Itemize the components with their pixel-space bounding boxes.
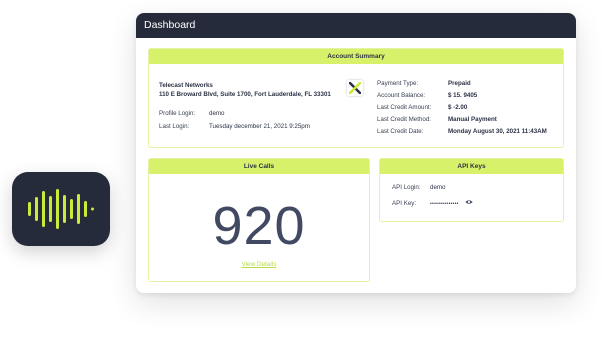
view-details-link[interactable]: View Details (149, 261, 369, 268)
profile-login-row: Profile Login: demo (159, 110, 224, 117)
account-balance-label: Account Balance: (377, 92, 426, 99)
last-credit-method-value: Manual Payment (448, 116, 497, 123)
eye-icon[interactable] (465, 199, 474, 207)
account-balance-row: Account Balance: $ 15. 9405 (377, 92, 477, 99)
account-summary-title: Account Summary (149, 49, 563, 64)
last-credit-method-row: Last Credit Method: Manual Payment (377, 116, 497, 123)
live-calls-card: Live Calls 920 View Details (148, 158, 370, 282)
api-login-value: demo (430, 184, 446, 191)
api-key-value: •••••••••••••• (430, 200, 459, 207)
live-calls-title: Live Calls (149, 159, 369, 174)
payment-type-value: Prepaid (448, 80, 471, 87)
company-name: Telecast Networks (159, 82, 213, 89)
last-login-label: Last Login: (159, 123, 190, 130)
account-balance-value: $ 15. 9405 (448, 92, 478, 99)
last-credit-amount-value: $ -2.00 (448, 104, 468, 111)
profile-login-label: Profile Login: (159, 110, 196, 117)
account-summary-card: Account Summary Telecast Networks 110 E … (148, 48, 564, 148)
api-keys-title: API Keys (380, 159, 563, 174)
dashboard-window: Dashboard Account Summary Telecast Netwo… (136, 13, 576, 293)
api-login-label: API Login: (392, 184, 421, 191)
last-credit-method-label: Last Credit Method: (377, 116, 431, 123)
audio-wave-icon (26, 187, 96, 231)
live-calls-count: 920 (212, 196, 306, 256)
api-key-row: API Key: •••••••••••••• (392, 199, 474, 207)
profile-login-value: demo (209, 110, 225, 117)
payment-type-row: Payment Type: Prepaid (377, 80, 471, 87)
last-login-value: Tuesday december 21, 2021 9:25pm (209, 123, 310, 130)
last-login-row: Last Login: Tuesday december 21, 2021 9:2… (159, 123, 310, 130)
last-credit-date-label: Last Credit Date: (377, 128, 424, 135)
api-login-row: API Login: demo (392, 184, 445, 191)
api-key-label: API Key: (392, 199, 417, 207)
last-credit-date-row: Last Credit Date: Monday August 30, 2021 … (377, 128, 547, 135)
x-logo-icon (347, 80, 363, 96)
last-credit-date-value: Monday August 30, 2021 11:43AM (448, 128, 547, 135)
last-credit-amount-row: Last Credit Amount: $ -2.00 (377, 104, 467, 111)
payment-type-label: Payment Type: (377, 80, 419, 87)
audio-app-icon[interactable] (12, 172, 110, 246)
window-title: Dashboard (136, 13, 576, 38)
company-address: 110 E Broward Blvd, Suite 1700, Fort Lau… (159, 91, 331, 98)
last-credit-amount-label: Last Credit Amount: (377, 104, 432, 111)
api-keys-card: API Keys API Login: demo API Key: ••••••••… (379, 158, 564, 222)
